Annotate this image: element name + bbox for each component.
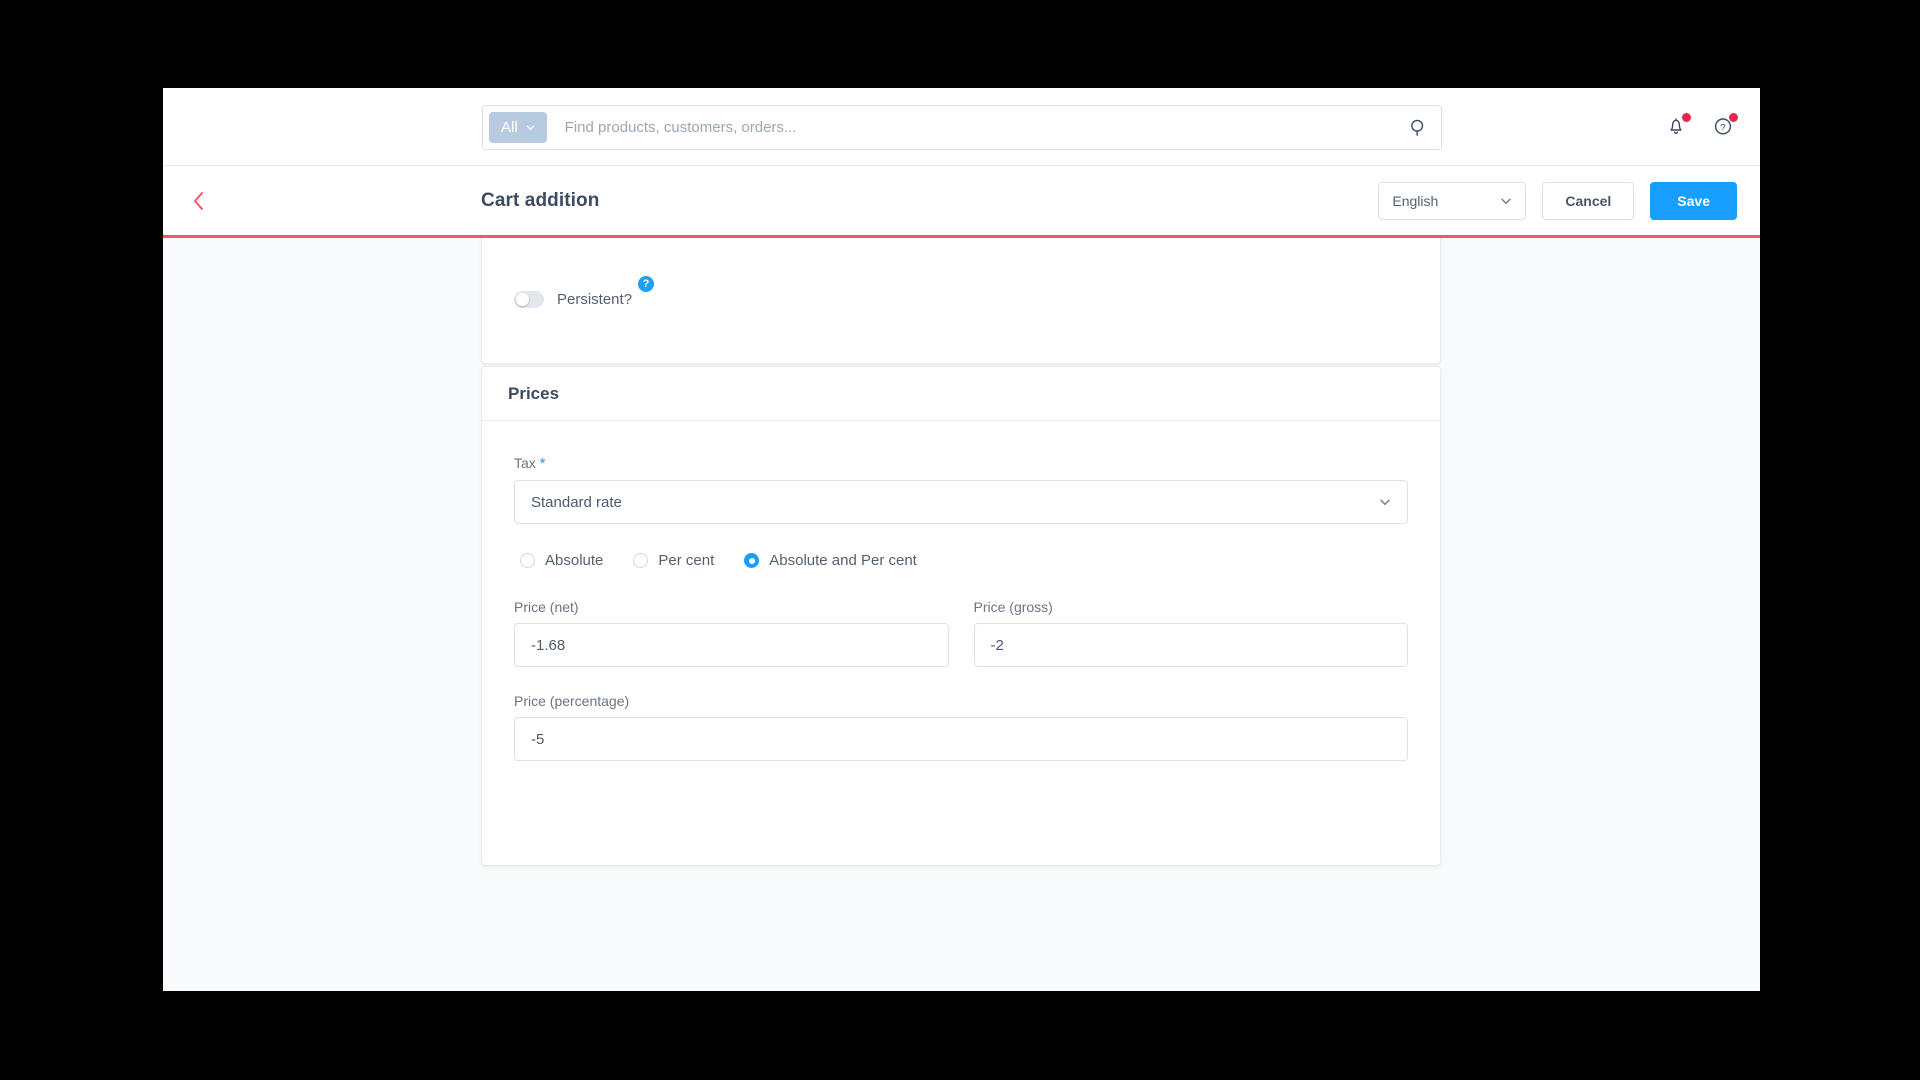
topbar-actions: ? <box>1664 88 1738 166</box>
header-actions: English Cancel Save <box>1378 181 1737 220</box>
language-select[interactable]: English <box>1378 181 1527 220</box>
cancel-button[interactable]: Cancel <box>1542 181 1635 220</box>
global-search-bar: All Find products, customers, orders... … <box>163 88 1760 166</box>
chevron-down-icon <box>526 125 534 130</box>
tax-field: Tax * Standard rate <box>514 455 1408 524</box>
tax-select[interactable]: Standard rate <box>514 480 1408 524</box>
search-scope-label: All <box>501 119 518 136</box>
chevron-left-icon[interactable] <box>176 166 222 235</box>
prices-card-header: Prices <box>482 367 1440 421</box>
radio-per-cent[interactable]: Per cent <box>633 552 714 569</box>
svg-text:?: ? <box>1720 122 1725 133</box>
price-percentage-label: Price (percentage) <box>514 693 630 709</box>
search-icon[interactable] <box>1401 111 1435 145</box>
required-marker: * <box>539 455 546 472</box>
price-percentage-field: Price (percentage) -5 <box>514 693 1408 761</box>
language-select-value: English <box>1392 192 1439 209</box>
tax-select-value: Standard rate <box>531 493 622 511</box>
persistent-toggle-label: Persistent? ? <box>557 276 655 308</box>
bell-icon[interactable] <box>1664 113 1691 140</box>
notification-dot <box>1682 113 1691 122</box>
page-header: Cart addition English Cancel Save <box>163 166 1760 238</box>
price-net-label: Price (net) <box>514 599 579 615</box>
price-gross-field: Price (gross) -2 <box>973 599 1408 667</box>
question-circle-icon[interactable]: ? <box>1711 113 1738 140</box>
price-mode-radio-group: Absolute Per cent Absolute and Per cent <box>520 552 1408 569</box>
search-input[interactable] <box>546 119 1401 136</box>
prices-card-title: Prices <box>508 383 560 403</box>
radio-absolute-and-per-cent[interactable]: Absolute and Per cent <box>744 552 917 569</box>
radio-absolute-and-per-cent-label: Absolute and Per cent <box>769 552 917 569</box>
persistent-toggle-row: Persistent? ? <box>514 276 655 308</box>
prices-card: Prices Tax * Standard rate Absolute Per … <box>481 366 1441 866</box>
radio-indicator <box>520 553 535 568</box>
price-amount-row: Price (net) -1.68 Price (gross) -2 <box>514 599 1408 667</box>
save-button[interactable]: Save <box>1650 181 1737 220</box>
price-percentage-input[interactable]: -5 <box>514 717 1408 761</box>
page-content: Persistent? ? Prices Tax * Standard rate <box>163 238 1760 988</box>
chevron-down-icon <box>1380 499 1390 506</box>
price-net-field: Price (net) -1.68 <box>514 599 949 667</box>
persistent-label-text: Persistent? <box>557 291 633 308</box>
price-net-input[interactable]: -1.68 <box>514 623 949 667</box>
tax-label-text: Tax <box>514 455 536 471</box>
search-scope-dropdown[interactable]: All <box>489 112 547 143</box>
help-dot <box>1729 113 1738 122</box>
chevron-down-icon <box>1501 198 1512 204</box>
help-badge-icon[interactable]: ? <box>638 276 655 292</box>
radio-per-cent-label: Per cent <box>658 552 715 569</box>
application-window: All Find products, customers, orders... … <box>163 88 1760 991</box>
search-container: All <box>482 105 1442 150</box>
price-gross-input[interactable]: -2 <box>973 623 1408 667</box>
radio-indicator <box>744 553 760 568</box>
toggle-knob <box>516 293 529 306</box>
persistent-card: Persistent? ? <box>481 238 1441 364</box>
radio-indicator <box>633 553 649 568</box>
persistent-toggle[interactable] <box>514 291 544 308</box>
tax-label: Tax * <box>514 455 1408 472</box>
price-gross-label: Price (gross) <box>973 599 1053 615</box>
radio-absolute[interactable]: Absolute <box>520 552 603 569</box>
radio-absolute-label: Absolute <box>545 552 604 569</box>
prices-card-body: Tax * Standard rate Absolute Per cent Ab… <box>482 421 1440 761</box>
page-title: Cart addition <box>481 189 600 211</box>
